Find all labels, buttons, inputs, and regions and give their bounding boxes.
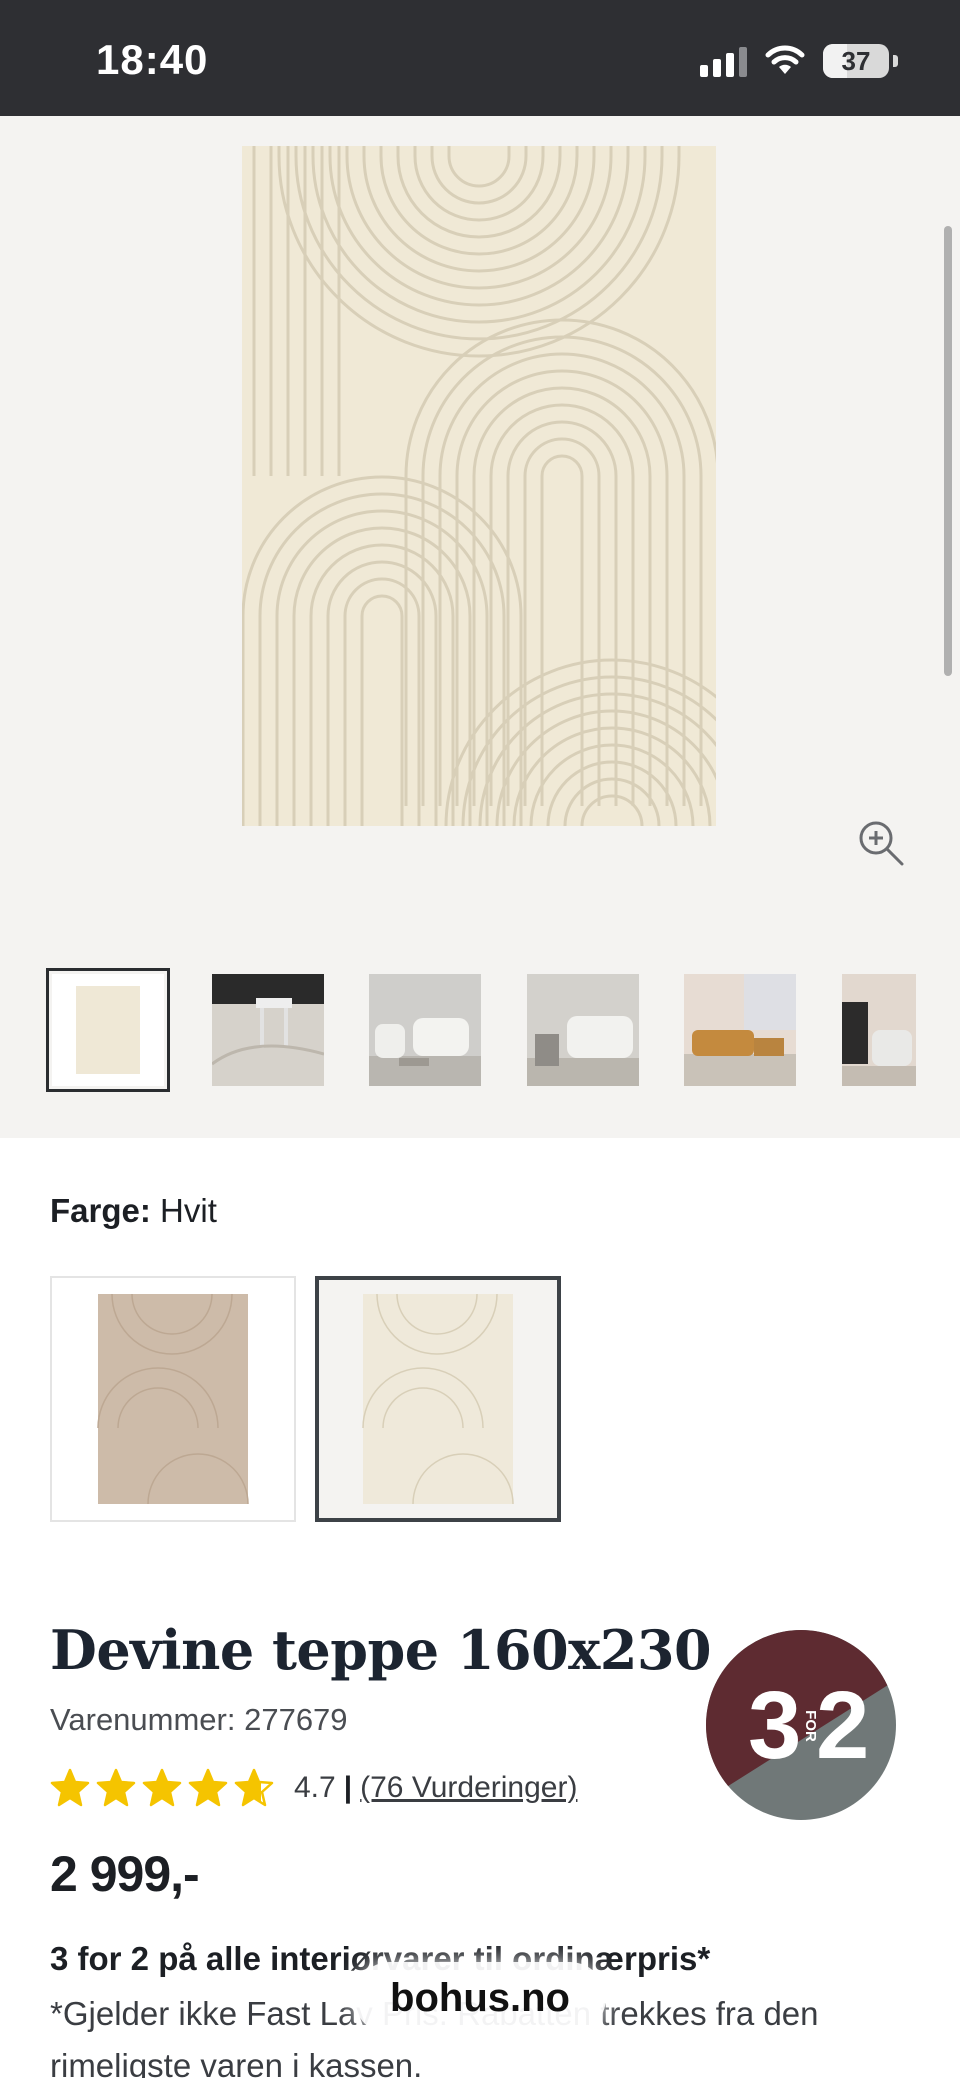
wifi-icon	[765, 45, 805, 74]
thumbnail-rug-with-side-table[interactable]	[212, 974, 324, 1086]
badge-left-number: 3	[748, 1672, 801, 1779]
scrollbar[interactable]	[944, 226, 952, 676]
star-icon	[234, 1768, 274, 1807]
star-icon	[96, 1768, 136, 1807]
browser-domain-pill[interactable]: bohus.no	[354, 1962, 606, 2034]
rating-value: 4.7	[294, 1771, 336, 1804]
thumbnail-living-room-ochre-sofa[interactable]	[684, 974, 796, 1086]
color-swatch-white[interactable]	[315, 1276, 561, 1522]
thumbnail-living-room-sofa-side-table[interactable]	[527, 974, 639, 1086]
thumbnail-armchair-and-cabinet[interactable]	[842, 974, 916, 1086]
star-icon	[142, 1768, 182, 1807]
color-value: Hvit	[160, 1192, 217, 1229]
reviews-link[interactable]: (76 Vurderinger)	[360, 1771, 577, 1805]
star-icon	[50, 1768, 90, 1807]
product-gallery	[0, 116, 960, 1138]
signal-icon	[700, 45, 747, 77]
battery-icon: 37	[823, 44, 889, 78]
thumbnail-living-room-armchair-sofa[interactable]	[369, 974, 481, 1086]
color-label: Farge: Hvit	[50, 1192, 217, 1230]
thumbnail-rug-front-view[interactable]	[46, 968, 170, 1092]
status-icons: 37	[700, 44, 898, 78]
star-icon	[188, 1768, 228, 1807]
status-time: 18:40	[96, 36, 209, 83]
white-rug-swatch	[319, 1280, 557, 1518]
rug-image	[242, 146, 716, 826]
product-title: Devine teppe 160x230	[50, 1618, 712, 1682]
color-label-title: Farge:	[50, 1192, 151, 1229]
rating-separator: |	[343, 1771, 353, 1804]
rating-stars	[50, 1768, 274, 1808]
battery-level: 37	[841, 45, 871, 76]
product-sku: Varenummer: 277679	[50, 1702, 348, 1737]
promo-badge: 3 FOR 2	[706, 1630, 896, 1820]
beige-rug-swatch	[97, 1293, 249, 1505]
zoom-in-icon	[859, 821, 904, 866]
status-bar: 18:40 37	[0, 0, 960, 116]
color-swatch-beige[interactable]	[50, 1276, 296, 1522]
product-main-image[interactable]	[242, 146, 716, 826]
zoom-button[interactable]	[856, 818, 906, 868]
badge-right-number: 2	[816, 1672, 869, 1779]
rating-row: 4.7 | (76 Vurderinger)	[50, 1768, 577, 1808]
product-price: 2 999,-	[50, 1846, 200, 1902]
